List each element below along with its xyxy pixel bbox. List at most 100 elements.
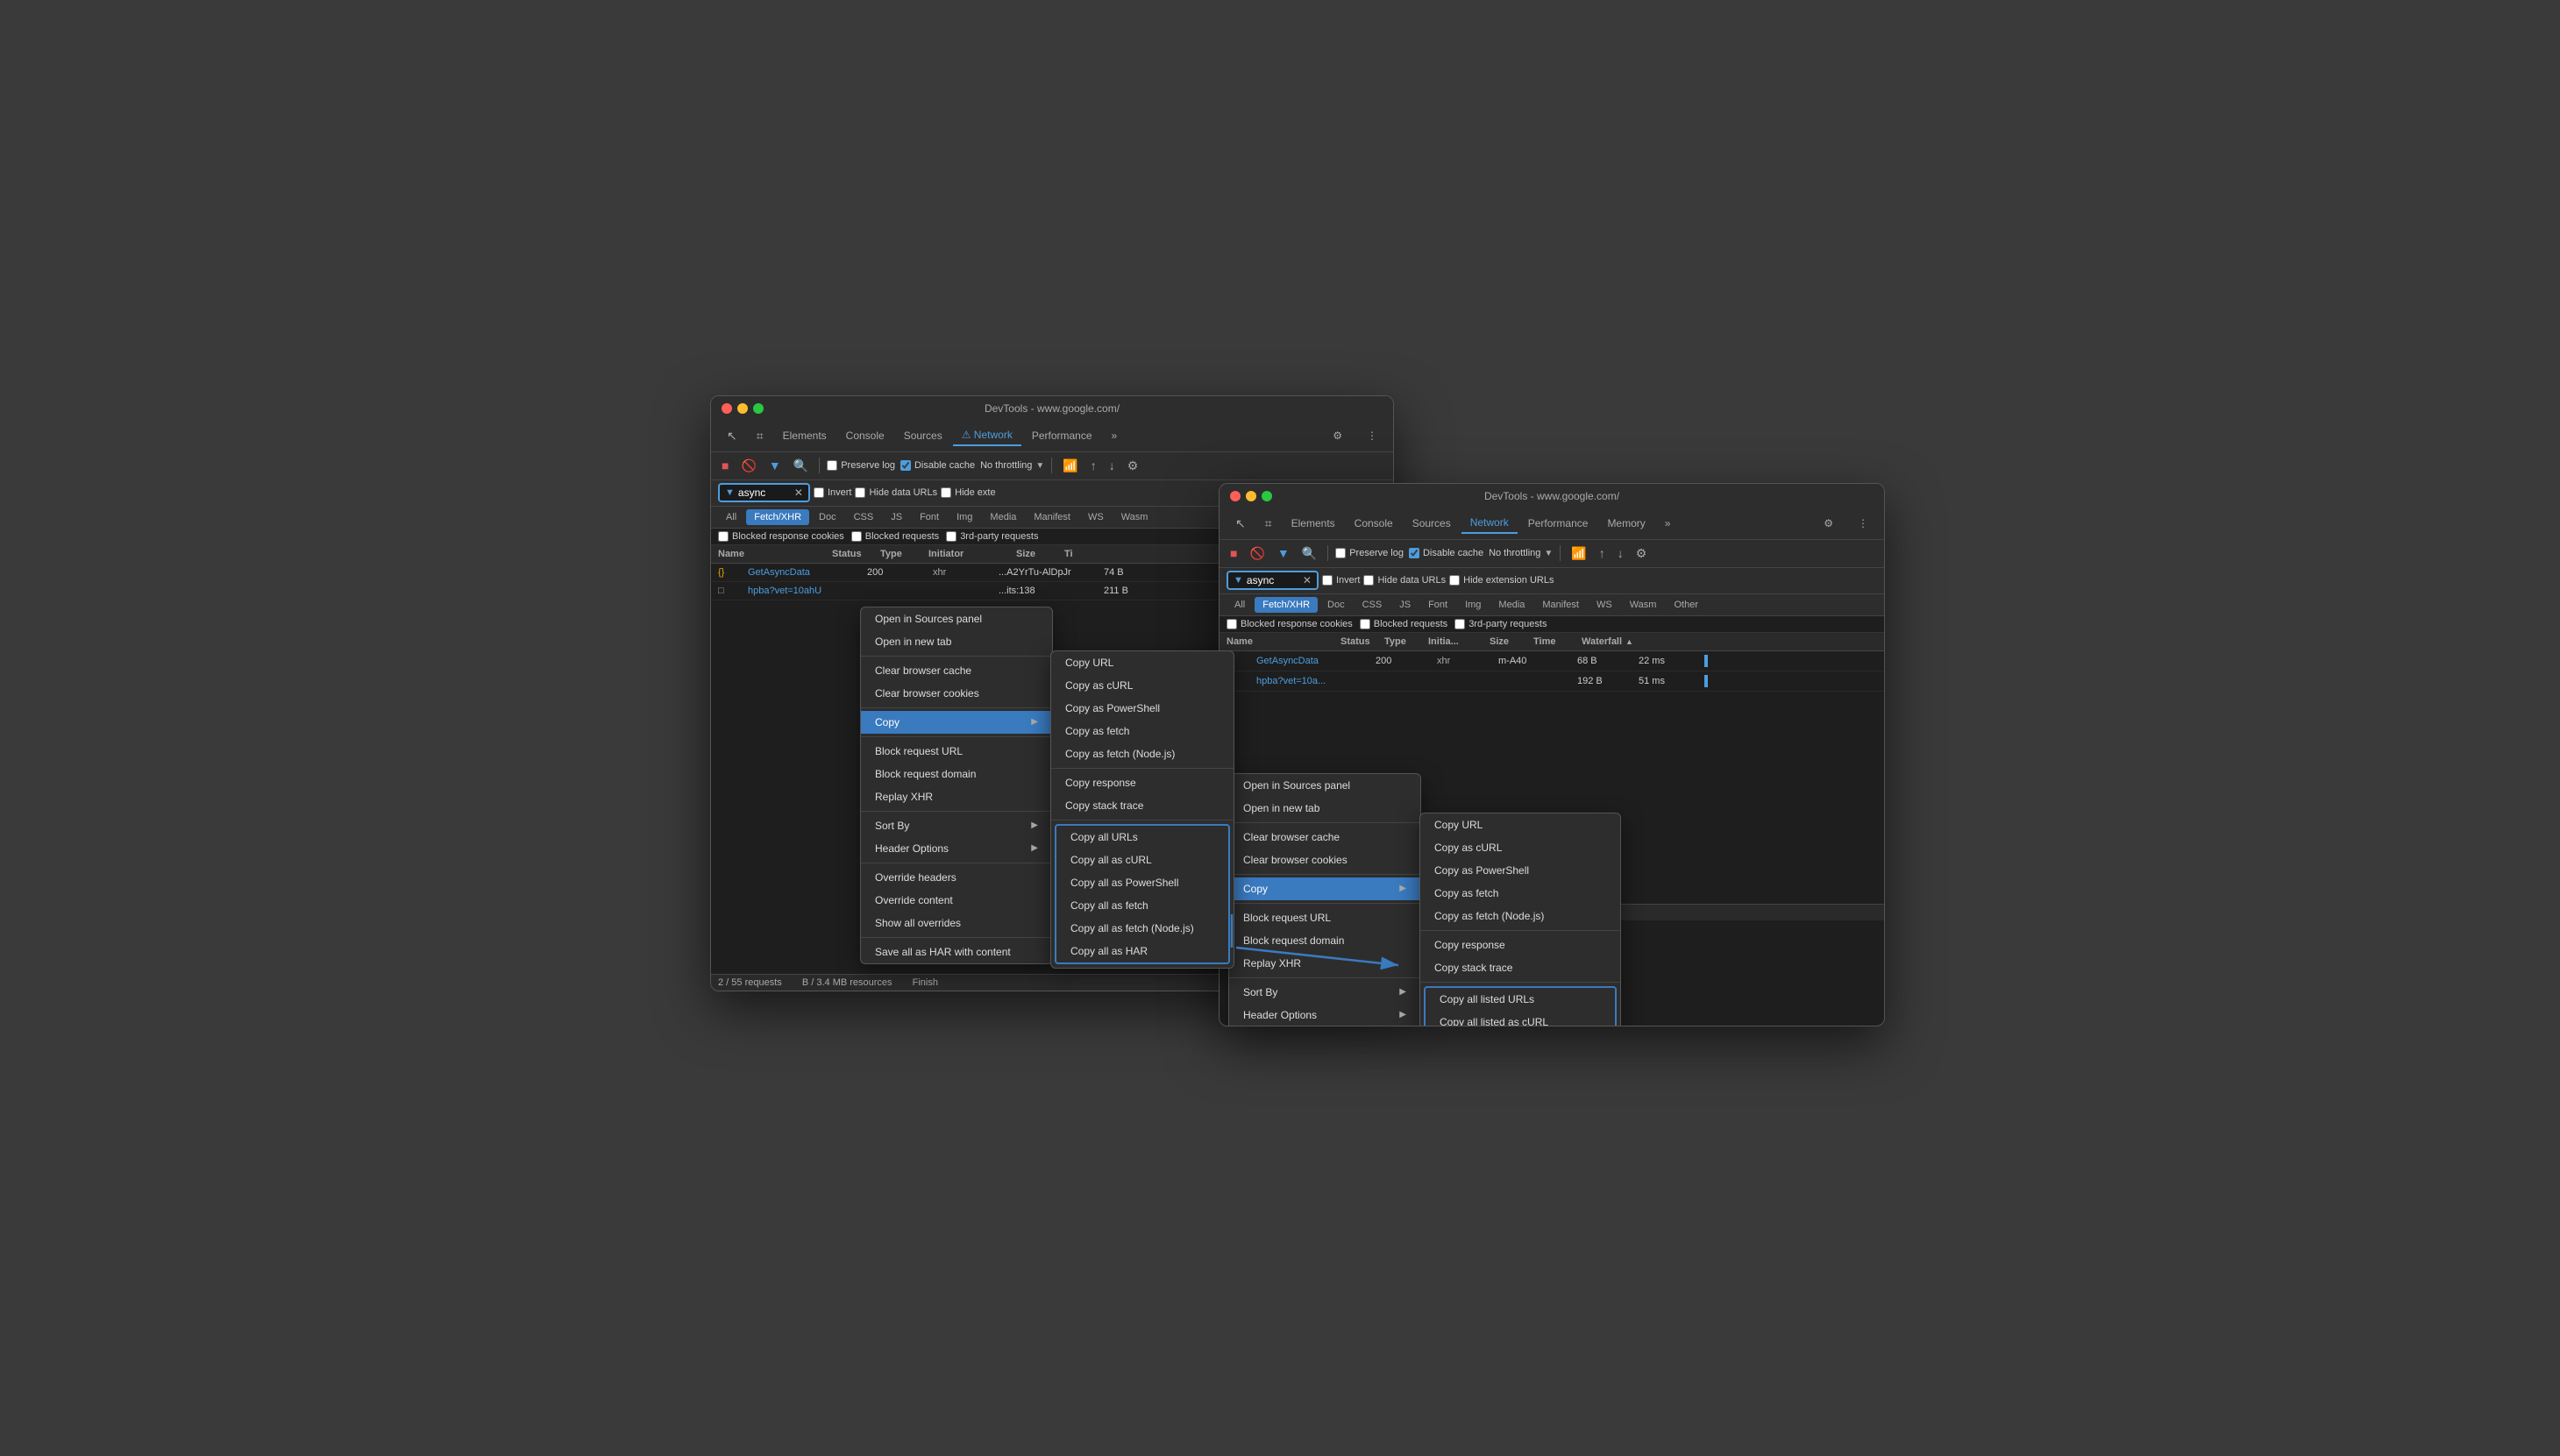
third-party-checkbox-1[interactable] [946,531,956,542]
blocked-requests-label-1[interactable]: Blocked requests [851,531,939,542]
copy-fetch-node-2[interactable]: Copy as fetch (Node.js) [1420,905,1620,927]
blocked-cookies-label-2[interactable]: Blocked response cookies [1227,619,1353,629]
hide-data-urls-label-1[interactable]: Hide data URLs [855,487,937,498]
copy-all-urls-1[interactable]: Copy all URLs [1056,826,1228,849]
maximize-button-1[interactable] [753,403,764,414]
tab-more-1[interactable]: » [1103,426,1127,445]
disable-cache-checkbox-2[interactable] [1409,548,1419,558]
copy-all-fetch-node-1[interactable]: Copy all as fetch (Node.js) [1056,917,1228,940]
menu-save-har-1[interactable]: Save all as HAR with content [861,941,1052,963]
copy-all-powershell-1[interactable]: Copy all as PowerShell [1056,871,1228,894]
filter-btn-1[interactable]: ▼ [765,457,785,474]
download-icon-1[interactable]: ↓ [1106,457,1119,474]
copy-all-listed-urls-2[interactable]: Copy all listed URLs [1426,988,1615,1011]
close-button-1[interactable] [722,403,732,414]
tab-network-1[interactable]: ⚠ Network [953,425,1021,446]
tab-console-1[interactable]: Console [837,426,893,445]
filter-css-2[interactable]: CSS [1355,597,1390,613]
filter-js-2[interactable]: JS [1391,597,1419,613]
menu-header-opts-1[interactable]: Header Options ▶ [861,837,1052,860]
tab-more-2[interactable]: » [1656,514,1680,533]
copy-fetch-node-1[interactable]: Copy as fetch (Node.js) [1051,742,1234,765]
blocked-requests-checkbox-2[interactable] [1360,619,1370,629]
filter-all-1[interactable]: All [718,509,744,525]
disable-cache-label-2[interactable]: Disable cache [1409,548,1483,558]
filter-media-2[interactable]: Media [1490,597,1532,613]
table-row-1-2[interactable]: {} GetAsyncData 200 xhr m-A40 68 B 22 ms [1220,651,1884,671]
copy-response-2[interactable]: Copy response [1420,934,1620,956]
filter-font-1[interactable]: Font [912,509,947,525]
filter-js-1[interactable]: JS [883,509,910,525]
search-btn-2[interactable]: 🔍 [1298,544,1320,563]
menu-sort-by-2[interactable]: Sort By ▶ [1229,981,1420,1004]
hide-data-urls-label-2[interactable]: Hide data URLs [1363,575,1446,586]
table-row-2-2[interactable]: □ hpba?vet=10a... 192 B 51 ms [1220,671,1884,692]
menu-show-overrides-1[interactable]: Show all overrides [861,912,1052,934]
tab-performance-2[interactable]: Performance [1519,514,1597,533]
hide-ext-label-2[interactable]: Hide extension URLs [1449,575,1554,586]
clear-search-icon-2[interactable]: ✕ [1303,574,1312,586]
settings-icon-2[interactable]: ⚙ [1815,514,1842,533]
blocked-cookies-checkbox-1[interactable] [718,531,729,542]
copy-fetch-2[interactable]: Copy as fetch [1420,882,1620,905]
hide-data-urls-checkbox-1[interactable] [855,487,865,498]
copy-stack-2[interactable]: Copy stack trace [1420,956,1620,979]
filter-img-2[interactable]: Img [1457,597,1489,613]
download-icon-2[interactable]: ↓ [1614,544,1627,562]
hide-ext-label-1[interactable]: Hide exte [941,487,995,498]
filter-manifest-1[interactable]: Manifest [1026,509,1078,525]
filter-fetchxhr-1[interactable]: Fetch/XHR [746,509,809,525]
copy-curl-1[interactable]: Copy as cURL [1051,674,1234,697]
settings-icon-1[interactable]: ⚙ [1324,426,1351,445]
tab-console-2[interactable]: Console [1346,514,1402,533]
third-party-checkbox-2[interactable] [1454,619,1465,629]
filter-wasm-1[interactable]: Wasm [1113,509,1156,525]
settings2-icon-1[interactable]: ⚙ [1124,457,1142,475]
disable-cache-label-1[interactable]: Disable cache [900,460,975,471]
preserve-log-checkbox-2[interactable] [1335,548,1346,558]
tab-elements-2[interactable]: Elements [1283,514,1344,533]
tab-elements-1[interactable]: Elements [774,426,836,445]
stop-btn-2[interactable]: ■ [1227,544,1241,562]
menu-replay-xhr-2[interactable]: Replay XHR [1229,952,1420,975]
invert-checkbox-2[interactable] [1322,575,1333,586]
throttle-arrow-1[interactable]: ▼ [1035,461,1044,471]
menu-copy-1[interactable]: Copy ▶ [861,711,1052,734]
filter-btn-2[interactable]: ▼ [1274,544,1293,562]
stop-btn-1[interactable]: ■ [718,457,732,474]
filter-manifest-2[interactable]: Manifest [1534,597,1587,613]
filter-ws-1[interactable]: WS [1080,509,1112,525]
menu-open-tab-1[interactable]: Open in new tab [861,630,1052,653]
minimize-button-1[interactable] [737,403,748,414]
copy-url-2[interactable]: Copy URL [1420,813,1620,836]
settings2-icon-2[interactable]: ⚙ [1632,544,1651,563]
filter-doc-2[interactable]: Doc [1319,597,1353,613]
menu-override-content-1[interactable]: Override content [861,889,1052,912]
menu-block-domain-2[interactable]: Block request domain [1229,929,1420,952]
filter-ws-2[interactable]: WS [1589,597,1620,613]
blocked-cookies-label-1[interactable]: Blocked response cookies [718,531,844,542]
tab-sources-2[interactable]: Sources [1404,514,1460,533]
copy-fetch-1[interactable]: Copy as fetch [1051,720,1234,742]
menu-open-sources-2[interactable]: Open in Sources panel [1229,774,1420,797]
copy-all-listed-curl-2[interactable]: Copy all listed as cURL [1426,1011,1615,1026]
more-icon-1[interactable]: ⋮ [1358,426,1386,445]
hide-data-urls-checkbox-2[interactable] [1363,575,1374,586]
tab-memory-2[interactable]: Memory [1598,514,1653,533]
copy-all-har-1[interactable]: Copy all as HAR [1056,940,1228,962]
upload-icon-2[interactable]: ↑ [1596,544,1609,562]
third-party-label-1[interactable]: 3rd-party requests [946,531,1038,542]
menu-header-opts-2[interactable]: Header Options ▶ [1229,1004,1420,1026]
menu-block-url-1[interactable]: Block request URL [861,740,1052,763]
filter-font-2[interactable]: Font [1420,597,1455,613]
maximize-button-2[interactable] [1262,491,1272,501]
filter-other-2[interactable]: Other [1666,597,1706,613]
filter-wasm-2[interactable]: Wasm [1622,597,1665,613]
third-party-label-2[interactable]: 3rd-party requests [1454,619,1547,629]
tab-sources-1[interactable]: Sources [895,426,951,445]
throttle-arrow-2[interactable]: ▼ [1544,549,1553,558]
preserve-log-label-1[interactable]: Preserve log [827,460,895,471]
menu-block-domain-1[interactable]: Block request domain [861,763,1052,785]
blocked-cookies-checkbox-2[interactable] [1227,619,1237,629]
menu-open-sources-1[interactable]: Open in Sources panel [861,607,1052,630]
